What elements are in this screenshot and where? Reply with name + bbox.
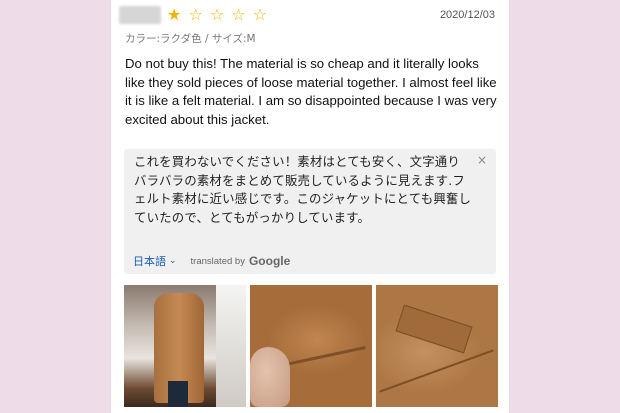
translated-by-label: translated by bbox=[190, 255, 245, 267]
star-rating: ★ ☆ ☆ ☆ ☆ bbox=[167, 5, 268, 25]
language-select[interactable]: 日本語 ⌄ bbox=[133, 253, 177, 269]
close-icon[interactable]: × bbox=[477, 153, 487, 167]
star-empty-icon: ☆ bbox=[231, 5, 247, 24]
chevron-down-icon: ⌄ bbox=[169, 256, 177, 266]
photo-hand-shape bbox=[250, 347, 290, 407]
review-body: Do not buy this! The material is so chea… bbox=[125, 56, 497, 127]
review-photo-pocket[interactable] bbox=[376, 285, 498, 407]
review-photo-fabric-closeup[interactable] bbox=[250, 285, 372, 407]
star-empty-icon: ☆ bbox=[188, 5, 204, 24]
review-photo-person-in-coat[interactable] bbox=[124, 285, 246, 407]
photo-seam-shape bbox=[379, 349, 494, 393]
google-logo: Google bbox=[248, 254, 291, 268]
photo-pocket-shape bbox=[395, 304, 473, 354]
review-photos bbox=[124, 285, 498, 407]
translation-footer: 日本語 ⌄ translated by Google bbox=[133, 253, 290, 269]
review-date: 2020/12/03 bbox=[439, 9, 495, 21]
product-variant: カラー:ラクダ色 / サイズ:M bbox=[125, 33, 256, 45]
star-empty-icon: ☆ bbox=[209, 5, 226, 24]
photo-leg-shape bbox=[168, 381, 188, 407]
review-card: ★ ☆ ☆ ☆ ☆ 2020/12/03 カラー:ラクダ色 / サイズ:M Do… bbox=[111, 0, 509, 413]
photo-mirror-shape bbox=[216, 285, 246, 407]
reviewer-name-blurred bbox=[119, 6, 161, 24]
translation-box: これを買わないでください！素材はとても安く、文字通りバラバラの素材をまとめて販売… bbox=[124, 149, 496, 274]
photo-fold-shape bbox=[274, 287, 366, 366]
review-header: ★ ☆ ☆ ☆ ☆ 2020/12/03 bbox=[119, 5, 503, 26]
star-filled-icon: ★ bbox=[167, 5, 183, 24]
translated-text: これを買わないでください！素材はとても安く、文字通りバラバラの素材をまとめて販売… bbox=[134, 154, 472, 225]
star-empty-icon: ☆ bbox=[252, 5, 269, 24]
language-label: 日本語 bbox=[133, 255, 166, 268]
